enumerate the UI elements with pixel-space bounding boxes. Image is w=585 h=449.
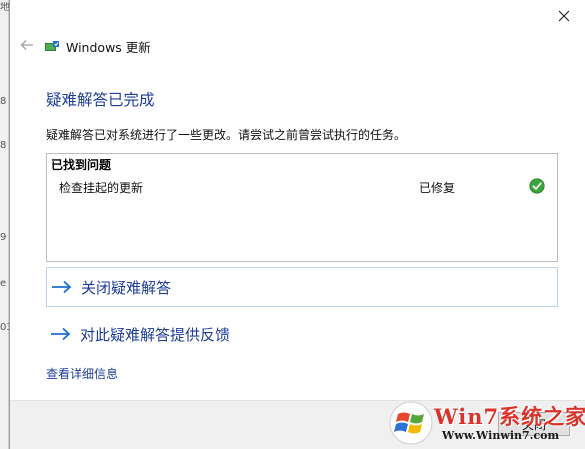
dialog-title: Windows 更新 <box>66 40 151 55</box>
page-title: 疑难解答已完成 <box>46 91 155 109</box>
back-arrow-icon <box>20 40 33 50</box>
arrow-right-icon <box>51 279 75 295</box>
feedback-label: 对此疑难解答提供反馈 <box>80 325 231 344</box>
windows-update-icon <box>45 40 59 51</box>
background-text: e <box>0 278 7 289</box>
dialog-header: Windows 更新 <box>44 37 151 56</box>
issue-status: 已修复 <box>419 181 456 195</box>
close-troubleshooter-link[interactable]: 关闭疑难解答 <box>46 267 558 307</box>
troubleshooter-dialog: Windows 更新 疑难解答已完成 疑难解答已对系统进行了一些更改。请尝试之前… <box>9 0 585 449</box>
background-text: 8 <box>0 140 7 151</box>
windows-logo-icon <box>389 401 433 445</box>
page-description: 疑难解答已对系统进行了一些更改。请尝试之前曾尝试执行的任务。 <box>46 128 407 142</box>
close-troubleshooter-label: 关闭疑难解答 <box>81 278 172 297</box>
issues-found-panel: 已找到问题 检查挂起的更新 已修复 <box>46 153 558 262</box>
background-text: 03 <box>0 322 9 333</box>
background-text: 地 <box>0 2 9 13</box>
checkmark-icon <box>529 178 545 194</box>
arrow-right-icon <box>50 326 74 342</box>
issues-panel-title: 已找到问题 <box>51 158 112 172</box>
background-window: 地 8 8 9 e 03 <box>0 0 9 449</box>
back-button[interactable] <box>18 36 36 54</box>
issue-row: 检查挂起的更新 已修复 <box>59 178 551 197</box>
view-details-link[interactable]: 查看详细信息 <box>46 365 118 382</box>
watermark: Win7系统之家 Www.Winwin7.com <box>388 398 585 449</box>
close-icon <box>558 10 570 22</box>
feedback-link[interactable]: 对此疑难解答提供反馈 <box>46 314 558 354</box>
issue-name: 检查挂起的更新 <box>59 181 144 195</box>
watermark-brand: Win7系统之家 <box>434 404 585 429</box>
watermark-url: Www.Winwin7.com <box>442 429 560 442</box>
background-text: 8 <box>0 96 7 107</box>
close-window-button[interactable] <box>553 6 575 26</box>
background-text: 9 <box>0 232 7 243</box>
